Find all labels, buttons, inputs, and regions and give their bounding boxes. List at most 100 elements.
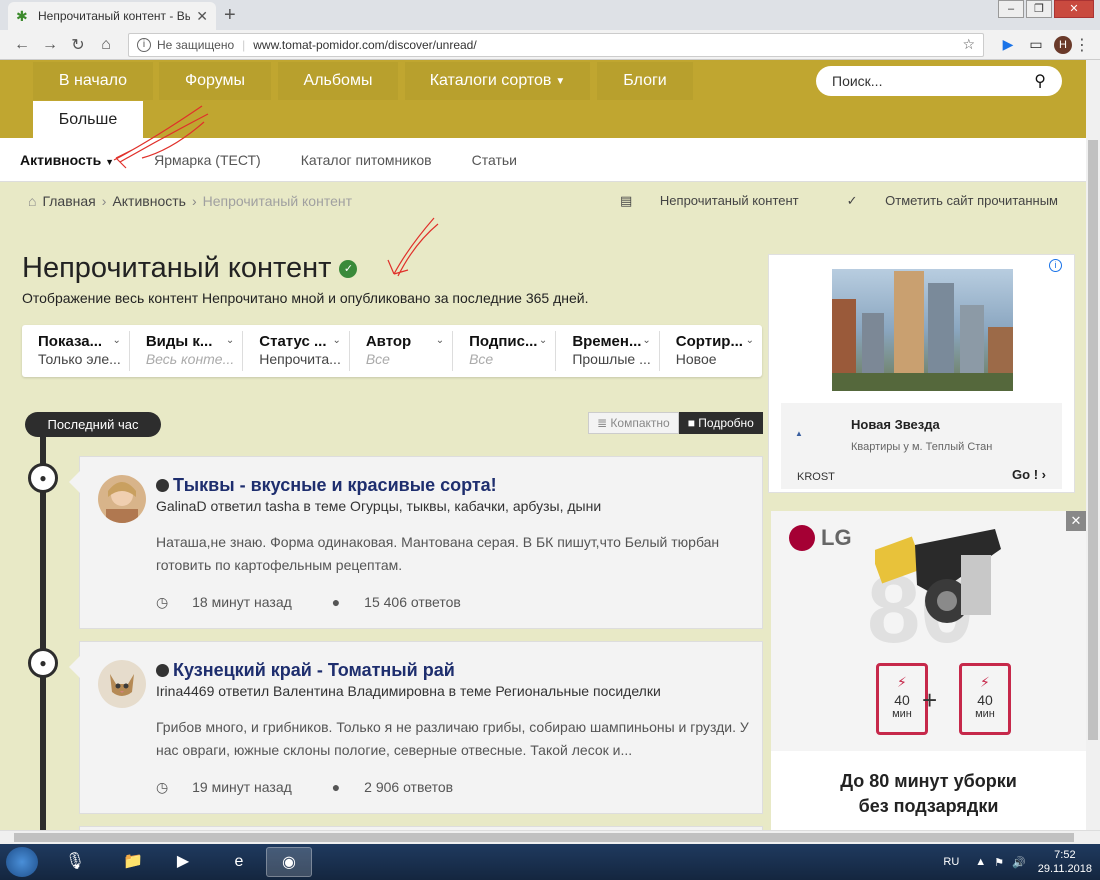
extension-icon[interactable]: ▭ <box>1024 36 1048 53</box>
filter-dropdown[interactable]: Сортир... Новое ⌄ <box>660 331 762 371</box>
nav-item-more[interactable]: Больше <box>33 101 143 138</box>
home-icon[interactable]: ⌂ <box>92 36 120 54</box>
nav-item-label: Форумы <box>184 72 246 89</box>
battery-icon: ⚡ 40 мин <box>876 663 928 735</box>
item-title[interactable]: Кузнецкий край - Томатный рай <box>156 660 455 681</box>
scrollbar-thumb[interactable] <box>14 833 1074 842</box>
item-pointer <box>69 656 80 678</box>
item-title[interactable]: Тыквы - вкусные и красивые сорта! <box>156 475 497 496</box>
ad-banner-realty[interactable]: i ▲ Новая Звезда Квартиры у м. Теплый Ст… <box>768 254 1075 493</box>
back-icon[interactable]: ← <box>8 36 36 54</box>
new-tab-button[interactable]: + <box>224 4 236 27</box>
dropdown-caret-icon: ▼ <box>555 75 566 87</box>
view-compact-button[interactable]: ≣ Компактно <box>588 412 679 434</box>
browser-menu-icon[interactable]: ⋮ <box>1072 35 1092 55</box>
item-pointer <box>69 471 80 493</box>
nav-item-catalogs[interactable]: Каталоги сортов ▼ <box>405 62 590 100</box>
lg-logo: LG <box>789 525 852 551</box>
filter-label: Подпис... <box>469 333 538 350</box>
scrollbar-thumb[interactable] <box>1088 140 1098 740</box>
filter-dropdown[interactable]: Статус ... Непрочита... ⌄ <box>243 331 350 371</box>
item-time: ◷ 19 минут назад <box>156 779 312 796</box>
nav-item-home[interactable]: В начало <box>33 62 153 100</box>
ad-banner-lg[interactable]: 80 LG ✕ ⚡ 40 мин + ⚡ 40 мин До 80 минут … <box>771 511 1086 831</box>
ad-go-button[interactable]: Go ! › <box>1012 467 1046 482</box>
ad-cta-line1: До 80 минут уборки <box>840 771 1017 791</box>
search-icon[interactable]: ⚲ <box>1034 71 1046 91</box>
volume-icon[interactable]: 🔊 <box>1012 856 1026 869</box>
horizontal-scrollbar[interactable] <box>0 830 1100 844</box>
subnav-item-articles[interactable]: Статьи <box>472 152 517 168</box>
filter-value: Только эле... <box>38 351 121 367</box>
view-detailed-button[interactable]: ■ Подробно <box>678 412 763 434</box>
filter-dropdown[interactable]: Показа... Только эле... ⌄ <box>22 331 130 371</box>
home-icon[interactable]: ⌂ <box>28 193 36 209</box>
window-controls: – ❐ ✕ <box>996 0 1094 18</box>
subnav-item-activity[interactable]: Активность ▼ <box>20 152 114 168</box>
start-button[interactable] <box>6 847 38 877</box>
extension-play-icon[interactable]: ▶ <box>996 36 1020 53</box>
subnav-item-nurseries[interactable]: Каталог питомников <box>301 152 432 168</box>
item-replies: ● 2 906 ответов <box>332 779 473 796</box>
filter-dropdown[interactable]: Виды к... Весь конте... ⌄ <box>130 331 244 371</box>
item-meta[interactable]: Irina4469 ответил Валентина Владимировна… <box>156 683 661 699</box>
square-icon: ■ <box>687 416 695 430</box>
microphone-icon[interactable]: 🎙 <box>52 847 98 877</box>
avatar[interactable] <box>98 660 146 708</box>
search-input[interactable]: Поиск... ⚲ <box>816 66 1062 96</box>
vacuum-icon <box>875 529 1001 623</box>
window-close-icon[interactable]: ✕ <box>1054 0 1094 18</box>
chevron-down-icon: ⌄ <box>745 335 754 346</box>
folder-icon[interactable]: 📁 <box>110 847 156 877</box>
filter-dropdown[interactable]: Подпис... Все ⌄ <box>453 331 557 371</box>
nav-item-blogs[interactable]: Блоги <box>597 62 693 100</box>
filter-dropdown[interactable]: Автор Все ⌄ <box>350 331 454 371</box>
ad-close-icon[interactable]: ✕ <box>1066 511 1086 531</box>
profile-avatar[interactable]: Н <box>1054 35 1072 54</box>
reload-icon[interactable]: ↻ <box>64 35 92 55</box>
timeline-line <box>40 436 46 836</box>
info-icon[interactable]: i <box>137 37 151 52</box>
chrome-icon[interactable]: ◉ <box>266 847 312 877</box>
media-player-icon[interactable]: ▶ <box>160 847 206 877</box>
flag-icon[interactable]: ⚑ <box>994 856 1004 869</box>
breadcrumb-activity[interactable]: Активность <box>112 193 186 209</box>
nav-item-albums[interactable]: Альбомы <box>278 62 398 100</box>
vertical-scrollbar[interactable] <box>1086 60 1100 830</box>
chevron-down-icon: ⌄ <box>538 335 548 346</box>
ad-info-icon[interactable]: i <box>1049 259 1062 272</box>
mark-site-read-link[interactable]: ✓ Отметить сайт прочитанным <box>823 193 1058 209</box>
battery-value: 40 <box>977 692 993 708</box>
maximize-icon[interactable]: ❐ <box>1026 0 1052 18</box>
avatar[interactable] <box>98 475 146 523</box>
filter-dropdown[interactable]: Времен... Прошлые ... ⌄ <box>556 331 660 371</box>
item-time-text: 18 минут назад <box>192 594 292 610</box>
nav-item-forums[interactable]: Форумы <box>159 62 271 100</box>
forward-icon[interactable]: → <box>36 36 64 54</box>
ie-icon[interactable]: e <box>216 847 262 877</box>
unread-content-label: Непрочитаный контент <box>659 193 799 208</box>
clock[interactable]: 7:52 29.11.2018 <box>1038 848 1092 876</box>
item-meta[interactable]: GalinaD ответил tasha в теме Огурцы, тык… <box>156 498 601 514</box>
filter-bar: Показа... Только эле... ⌄ Виды к... Весь кон… <box>22 325 762 377</box>
subnav-item-fair[interactable]: Ярмарка (ТЕСТ) <box>154 152 261 168</box>
item-replies-text: 15 406 ответов <box>364 594 461 610</box>
close-tab-icon[interactable]: ✕ <box>196 8 208 25</box>
browser-tab[interactable]: ✱ Непрочитаный контент - Выращ ✕ <box>8 2 216 30</box>
check-circle-icon[interactable]: ✓ <box>339 259 358 278</box>
browser-tab-title: Непрочитаный контент - Выращ <box>38 9 191 23</box>
filter-label: Сортир... <box>675 333 743 350</box>
omnibox[interactable]: i Не защищено | www.tomat-pomidor.com/di… <box>128 32 984 57</box>
item-time: ◷ 18 минут назад <box>156 594 312 611</box>
bookmark-star-icon[interactable]: ☆ <box>962 36 975 53</box>
breadcrumb-home[interactable]: Главная <box>42 193 95 209</box>
unread-content-link[interactable]: ▤ Непрочитаный контент <box>596 193 799 209</box>
language-indicator[interactable]: RU <box>943 856 959 868</box>
minimize-icon[interactable]: – <box>998 0 1024 18</box>
nav-item-label: Каталоги сортов <box>429 72 552 89</box>
url-text[interactable]: www.tomat-pomidor.com/discover/unread/ <box>253 38 962 52</box>
unread-dot-icon <box>156 479 169 492</box>
tray-expand-icon[interactable]: ▲ <box>975 856 986 868</box>
address-bar: ← → ↻ ⌂ i Не защищено | www.tomat-pomido… <box>0 30 1100 60</box>
ad-cta: До 80 минут уборки без подзарядки <box>771 769 1086 819</box>
